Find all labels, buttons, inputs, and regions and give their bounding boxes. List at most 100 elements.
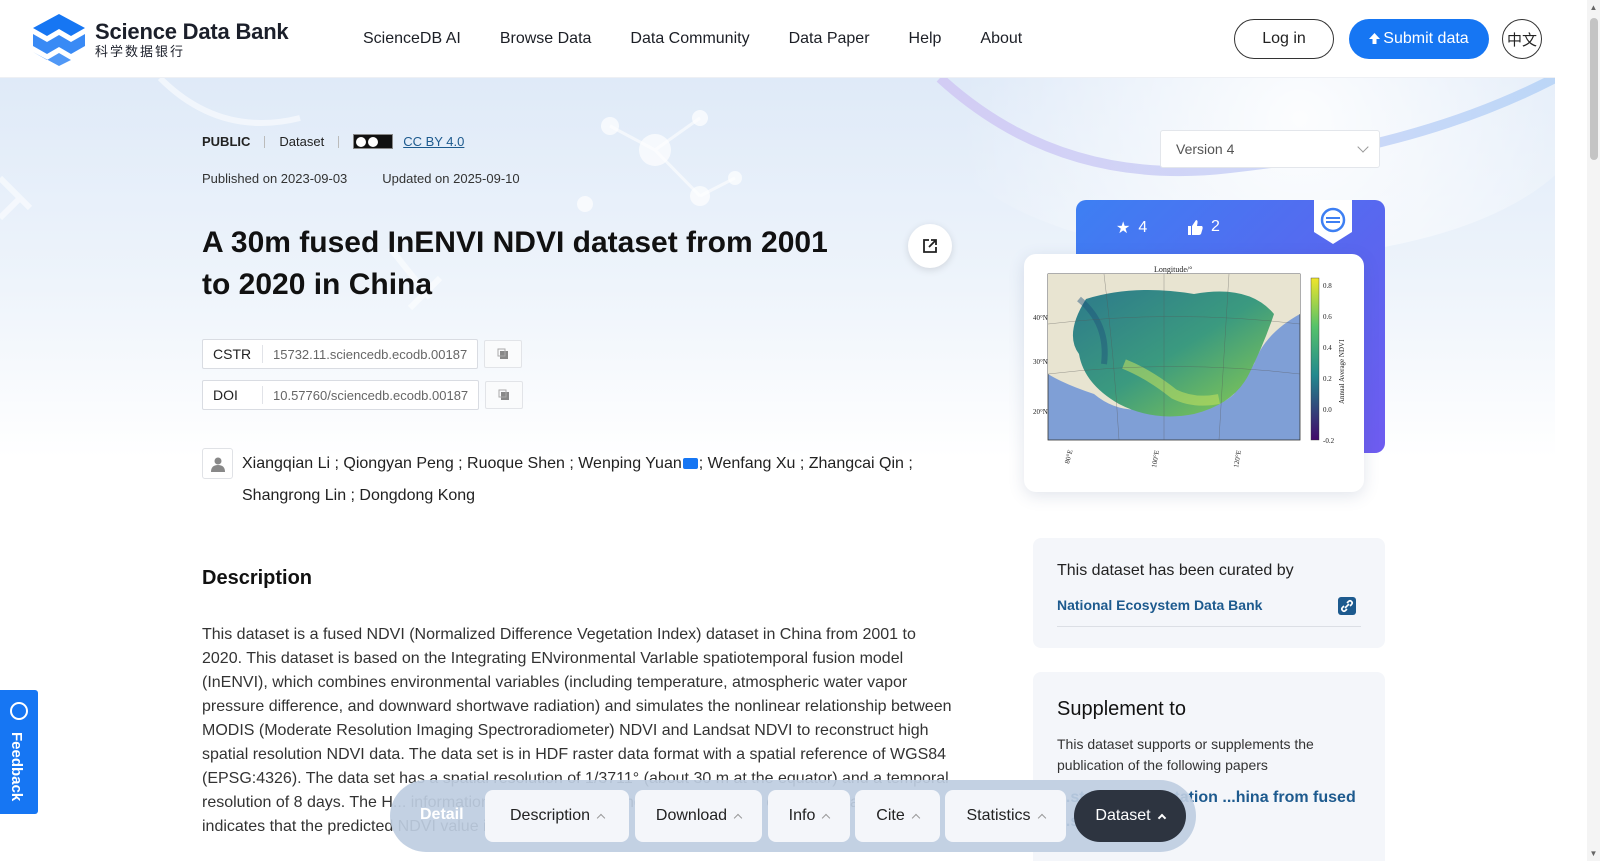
- scroll-down-icon[interactable]: ▼: [1589, 849, 1598, 858]
- section-nav-detail[interactable]: Detail: [420, 806, 464, 824]
- email-icon[interactable]: [682, 458, 698, 469]
- colorbar-tick: 0.0: [1323, 406, 1332, 414]
- lon-tick: 100°E: [1150, 450, 1161, 469]
- authors-part2[interactable]: ; Wenfang Xu ; Zhangcai Qin ;: [699, 455, 913, 472]
- section-label: Statistics: [966, 807, 1031, 824]
- divider: [264, 135, 266, 148]
- upload-icon: [1369, 33, 1381, 44]
- feedback-label: Feedback: [8, 732, 25, 802]
- cstr-value: 15732.11.sciencedb.ecodb.00187: [273, 346, 468, 362]
- version-select[interactable]: Version 4: [1160, 130, 1380, 168]
- dataset-dates: Published on 2023-09-03 Updated on 2025-…: [202, 171, 520, 186]
- share-button[interactable]: [908, 224, 952, 268]
- cc-license-icon: [353, 134, 394, 149]
- chevron-up-icon: [1037, 813, 1046, 823]
- link-icon[interactable]: [1338, 597, 1356, 615]
- doi-row: DOI 10.57760/sciencedb.ecodb.00187: [202, 380, 524, 410]
- lat-tick: 30°N: [1033, 358, 1048, 366]
- nav-browse-data[interactable]: Browse Data: [500, 30, 592, 48]
- dataset-preview-card[interactable]: Longitude/° 0.8 0.6 0.4 0.2 0.0 -0.2 40°…: [1024, 254, 1364, 492]
- colorbar-tick: 0.4: [1323, 344, 1332, 352]
- chevron-up-icon: [822, 813, 831, 823]
- submit-label: Submit data: [1383, 30, 1469, 47]
- section-label: Download: [655, 807, 728, 824]
- supplement-title: Supplement to: [1057, 698, 1186, 720]
- chevron-down-icon: [1357, 141, 1369, 153]
- ndvi-map-preview: Longitude/° 0.8 0.6 0.4 0.2 0.0 -0.2 40°…: [1033, 265, 1346, 469]
- copy-cstr-button[interactable]: [484, 340, 523, 368]
- scroll-thumb[interactable]: [1590, 18, 1598, 160]
- nav-data-community[interactable]: Data Community: [630, 30, 749, 48]
- section-label: Info: [788, 807, 816, 824]
- cstr-box: CSTR 15732.11.sciencedb.ecodb.00187: [202, 339, 479, 369]
- description-heading: Description: [202, 567, 313, 589]
- curator-link[interactable]: National Ecosystem Data Bank: [1057, 597, 1262, 613]
- divider: [1057, 626, 1361, 627]
- logo-subtitle: 科学数据银行: [95, 44, 186, 59]
- nav-about[interactable]: About: [980, 30, 1022, 48]
- updated-date: Updated on 2025-09-10: [382, 171, 520, 186]
- lat-tick: 40°N: [1033, 314, 1048, 322]
- lon-tick: 80°E: [1063, 449, 1074, 465]
- authors-part3[interactable]: Shangrong Lin ; Dongdong Kong: [242, 487, 475, 504]
- star-value: 4: [1138, 219, 1148, 236]
- star-count[interactable]: ★ 4: [1116, 218, 1147, 238]
- site-header: Science Data Bank 科学数据银行 ScienceDB AI Br…: [0, 0, 1555, 78]
- colorbar-tick: 0.2: [1323, 375, 1332, 383]
- section-nav-dataset[interactable]: Dataset: [1074, 790, 1186, 842]
- star-icon: ★: [1116, 220, 1131, 237]
- authors-part1[interactable]: Xiangqian Li ; Qiongyan Peng ; Ruoque Sh…: [242, 455, 682, 472]
- version-value: Version 4: [1176, 141, 1235, 157]
- type-label: Dataset: [279, 134, 325, 149]
- certified-shield-icon: [1314, 200, 1352, 244]
- language-label: 中文: [1506, 31, 1537, 49]
- like-count[interactable]: 2: [1188, 218, 1220, 236]
- section-nav-info[interactable]: Info: [768, 790, 850, 842]
- map-top-label: Longitude/°: [1154, 265, 1192, 274]
- login-button[interactable]: Log in: [1234, 19, 1334, 59]
- like-value: 2: [1211, 218, 1220, 235]
- section-label: Dataset: [1095, 807, 1151, 824]
- chevron-up-icon: [596, 813, 606, 823]
- section-nav-description[interactable]: Description: [485, 790, 629, 842]
- colorbar-tick: 0.6: [1323, 313, 1332, 321]
- copy-doi-button[interactable]: [485, 381, 524, 409]
- language-toggle[interactable]: 中文: [1502, 19, 1542, 59]
- license-link[interactable]: CC BY 4.0: [403, 134, 464, 149]
- nav-sciencedb-ai[interactable]: ScienceDB AI: [363, 30, 461, 48]
- colorbar-tick: -0.2: [1323, 437, 1335, 445]
- cstr-label: CSTR: [203, 345, 263, 363]
- section-label: Cite: [876, 807, 905, 824]
- published-date: Published on 2023-09-03: [202, 171, 348, 186]
- scroll-up-icon[interactable]: ▲: [1589, 3, 1598, 12]
- external-link-icon: [923, 239, 937, 253]
- section-nav-download[interactable]: Download: [635, 790, 762, 842]
- section-label: Description: [509, 807, 591, 824]
- page-scrollbar[interactable]: ▲ ▼: [1587, 0, 1600, 861]
- section-nav-cite[interactable]: Cite: [855, 790, 940, 842]
- section-nav-statistics[interactable]: Statistics: [945, 790, 1066, 842]
- login-label: Log in: [1262, 30, 1306, 47]
- colorbar-tick: 0.8: [1323, 282, 1332, 290]
- submit-data-button[interactable]: Submit data: [1349, 19, 1489, 59]
- doi-value[interactable]: 10.57760/sciencedb.ecodb.00187: [263, 388, 478, 403]
- thumbs-up-icon: [1188, 219, 1203, 235]
- doi-label: DOI: [203, 386, 263, 404]
- nav-data-paper[interactable]: Data Paper: [789, 30, 870, 48]
- chevron-up-icon: [1157, 813, 1166, 823]
- curated-by-card: This dataset has been curated by Nationa…: [1033, 538, 1385, 648]
- nav-help[interactable]: Help: [909, 30, 942, 48]
- main-nav: ScienceDB AI Browse Data Data Community …: [363, 0, 1061, 78]
- doi-box: DOI 10.57760/sciencedb.ecodb.00187: [202, 380, 480, 410]
- dataset-meta: PUBLIC Dataset CC BY 4.0: [202, 134, 464, 149]
- cstr-row: CSTR 15732.11.sciencedb.ecodb.00187: [202, 339, 523, 369]
- site-logo[interactable]: Science Data Bank 科学数据银行: [31, 12, 289, 68]
- feedback-icon: [10, 702, 28, 720]
- chevron-up-icon: [733, 813, 743, 823]
- logo-mark-icon: [33, 14, 85, 66]
- chevron-up-icon: [911, 813, 920, 823]
- feedback-tab[interactable]: Feedback: [0, 690, 38, 814]
- logo-title: Science Data Bank: [95, 19, 289, 44]
- section-nav-bar: Detail Description Download Info Cite St…: [390, 780, 1196, 852]
- copy-icon: [498, 389, 510, 400]
